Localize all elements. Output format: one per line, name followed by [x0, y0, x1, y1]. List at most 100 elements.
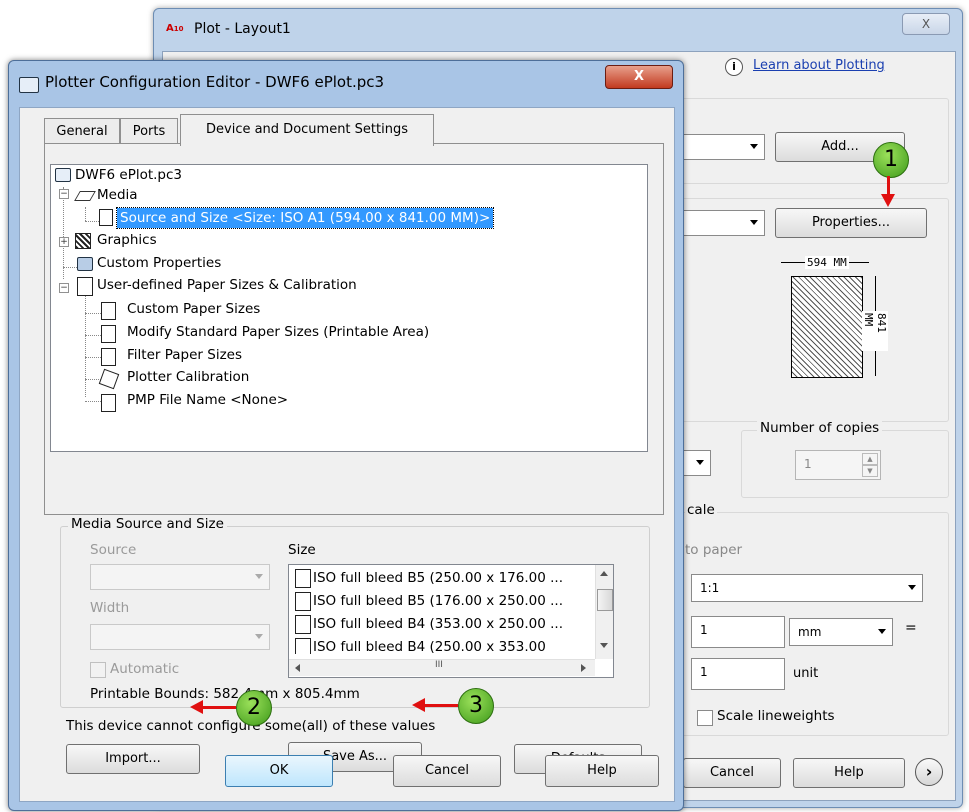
scroll-grip[interactable]: III — [435, 660, 443, 670]
page-icon — [295, 614, 311, 634]
horizontal-scrollbar[interactable]: III — [289, 659, 595, 676]
scale-numerator-input[interactable]: 1 — [691, 616, 785, 648]
tree-plotter-calibration[interactable]: Plotter Calibration — [127, 367, 249, 387]
automatic-checkbox[interactable] — [90, 662, 106, 678]
copies-group-label: Number of copies — [757, 420, 883, 436]
scroll-right-icon[interactable] — [581, 664, 586, 672]
close-icon: X — [633, 69, 645, 84]
collapse-icon[interactable]: − — [59, 189, 69, 199]
tab-device-document-settings[interactable]: Device and Document Settings — [180, 114, 434, 146]
tree-custom-properties[interactable]: Custom Properties — [97, 253, 221, 273]
paper-size-combo[interactable] — [683, 210, 765, 236]
plot-cancel-button[interactable]: Cancel — [683, 758, 781, 788]
width-combo[interactable] — [90, 624, 270, 650]
vertical-scrollbar[interactable] — [595, 565, 613, 659]
scale-value: 1:1 — [700, 581, 720, 595]
printer-combo[interactable] — [683, 134, 765, 160]
media-source-group-label: Media Source and Size — [68, 516, 227, 532]
tree-source-and-size[interactable]: Source and Size <Size: ISO A1 (594.00 x … — [115, 207, 495, 229]
scroll-left-icon[interactable] — [295, 664, 300, 672]
paper-sheet — [791, 276, 863, 378]
editor-client-area: General Ports Device and Document Settin… — [19, 107, 675, 802]
tree-line — [85, 313, 101, 314]
spin-down-icon[interactable]: ▼ — [862, 465, 878, 477]
tree-line — [85, 357, 101, 358]
collapse-icon[interactable]: − — [59, 283, 69, 293]
arrowhead-down-icon — [881, 194, 895, 207]
scale-lineweights-checkbox[interactable] — [697, 710, 713, 726]
editor-help-button[interactable]: Help — [545, 755, 659, 787]
copies-spinner[interactable]: 1 ▲ ▼ — [795, 450, 881, 480]
import-button[interactable]: Import... — [66, 744, 200, 774]
printable-bounds: Printable Bounds: 582.4mm x 805.4mm — [90, 686, 360, 702]
tab-ports[interactable]: Ports — [120, 118, 178, 144]
plotter-calibration-icon — [98, 368, 120, 390]
printer-config-icon — [19, 77, 39, 93]
expand-icon[interactable]: + — [59, 237, 69, 247]
scale-equals-label: = — [905, 620, 917, 636]
scale-unit-label: unit — [793, 666, 819, 681]
tree-line — [63, 187, 64, 279]
fit-to-paper-label: to paper — [685, 542, 743, 558]
scale-combo[interactable]: 1:1 — [691, 574, 923, 602]
learn-about-plotting-link[interactable]: Learn about Plotting — [753, 58, 885, 73]
scroll-up-icon[interactable] — [600, 571, 608, 576]
tab-general[interactable]: General — [44, 118, 120, 144]
info-icon: i — [725, 58, 743, 76]
plot-area-combo[interactable] — [683, 450, 711, 476]
callout-3: 3 — [458, 688, 494, 724]
tree-root[interactable]: DWF6 ePlot.pc3 — [75, 165, 182, 185]
properties-button[interactable]: Properties... — [775, 208, 927, 238]
chevron-down-icon — [255, 634, 263, 639]
tree-line — [85, 335, 101, 336]
tree-line — [85, 379, 101, 380]
plot-close-button[interactable]: X — [902, 13, 950, 35]
tree-line — [85, 221, 99, 222]
chevron-down-icon — [696, 460, 704, 465]
chevron-down-icon — [750, 220, 758, 225]
copies-value: 1 — [804, 457, 812, 471]
list-item[interactable]: ISO full bleed B5 (176.00 x 250.00 ... — [295, 590, 563, 612]
arrow-left-icon — [412, 698, 458, 712]
chevron-down-icon — [255, 574, 263, 579]
tree-media[interactable]: Media — [97, 185, 138, 205]
scale-lineweights-label: Scale lineweights — [717, 708, 835, 724]
page-icon — [295, 568, 311, 588]
editor-cancel-button[interactable]: Cancel — [393, 755, 501, 787]
printer-config-icon — [55, 168, 71, 182]
chevron-down-icon — [750, 144, 758, 149]
scale-denominator-input[interactable]: 1 — [691, 658, 785, 690]
scale-units-combo[interactable]: mm — [789, 618, 893, 646]
chevron-down-icon — [908, 585, 916, 590]
spin-up-icon[interactable]: ▲ — [862, 453, 878, 465]
ok-button[interactable]: OK — [225, 755, 333, 787]
media-icon — [74, 191, 96, 201]
paper-height-label: 841 MM — [862, 311, 888, 351]
tree-line — [85, 401, 101, 402]
autocad-logo-icon: A10 — [166, 23, 184, 34]
tree-line — [85, 293, 86, 397]
list-item[interactable]: ISO full bleed B4 (250.00 x 353.00 — [295, 636, 546, 654]
settings-tree[interactable]: DWF6 ePlot.pc3 − Media Source and Size <… — [50, 164, 648, 452]
modify-paper-icon — [101, 325, 116, 343]
callout-1: 1 — [873, 142, 909, 178]
plotter-config-editor: Plotter Configuration Editor - DWF6 ePlo… — [8, 60, 684, 811]
tree-filter-paper-sizes[interactable]: Filter Paper Sizes — [127, 345, 242, 365]
tree-modify-standard-paper[interactable]: Modify Standard Paper Sizes (Printable A… — [127, 322, 429, 342]
page-icon — [295, 637, 311, 654]
size-listbox[interactable]: ISO full bleed B5 (250.00 x 176.00 ... I… — [288, 564, 614, 678]
list-item[interactable]: ISO full bleed B5 (250.00 x 176.00 ... — [295, 567, 563, 589]
editor-close-button[interactable]: X — [605, 65, 673, 89]
tree-custom-paper-sizes[interactable]: Custom Paper Sizes — [127, 299, 260, 319]
chevron-right-circle-icon[interactable]: › — [915, 758, 943, 786]
tree-pmp-file-name[interactable]: PMP File Name <None> — [127, 390, 288, 410]
scroll-down-icon[interactable] — [600, 643, 608, 648]
tree-user-defined-paper[interactable]: User-defined Paper Sizes & Calibration — [97, 275, 357, 295]
width-label: Width — [90, 600, 130, 616]
scroll-thumb[interactable] — [597, 589, 613, 611]
source-combo[interactable] — [90, 564, 270, 590]
plot-help-button[interactable]: Help — [793, 758, 905, 788]
paper-preview: 594 MM 841 MM — [775, 252, 895, 396]
list-item[interactable]: ISO full bleed B4 (353.00 x 250.00 ... — [295, 613, 563, 635]
tree-graphics[interactable]: Graphics — [97, 230, 157, 250]
